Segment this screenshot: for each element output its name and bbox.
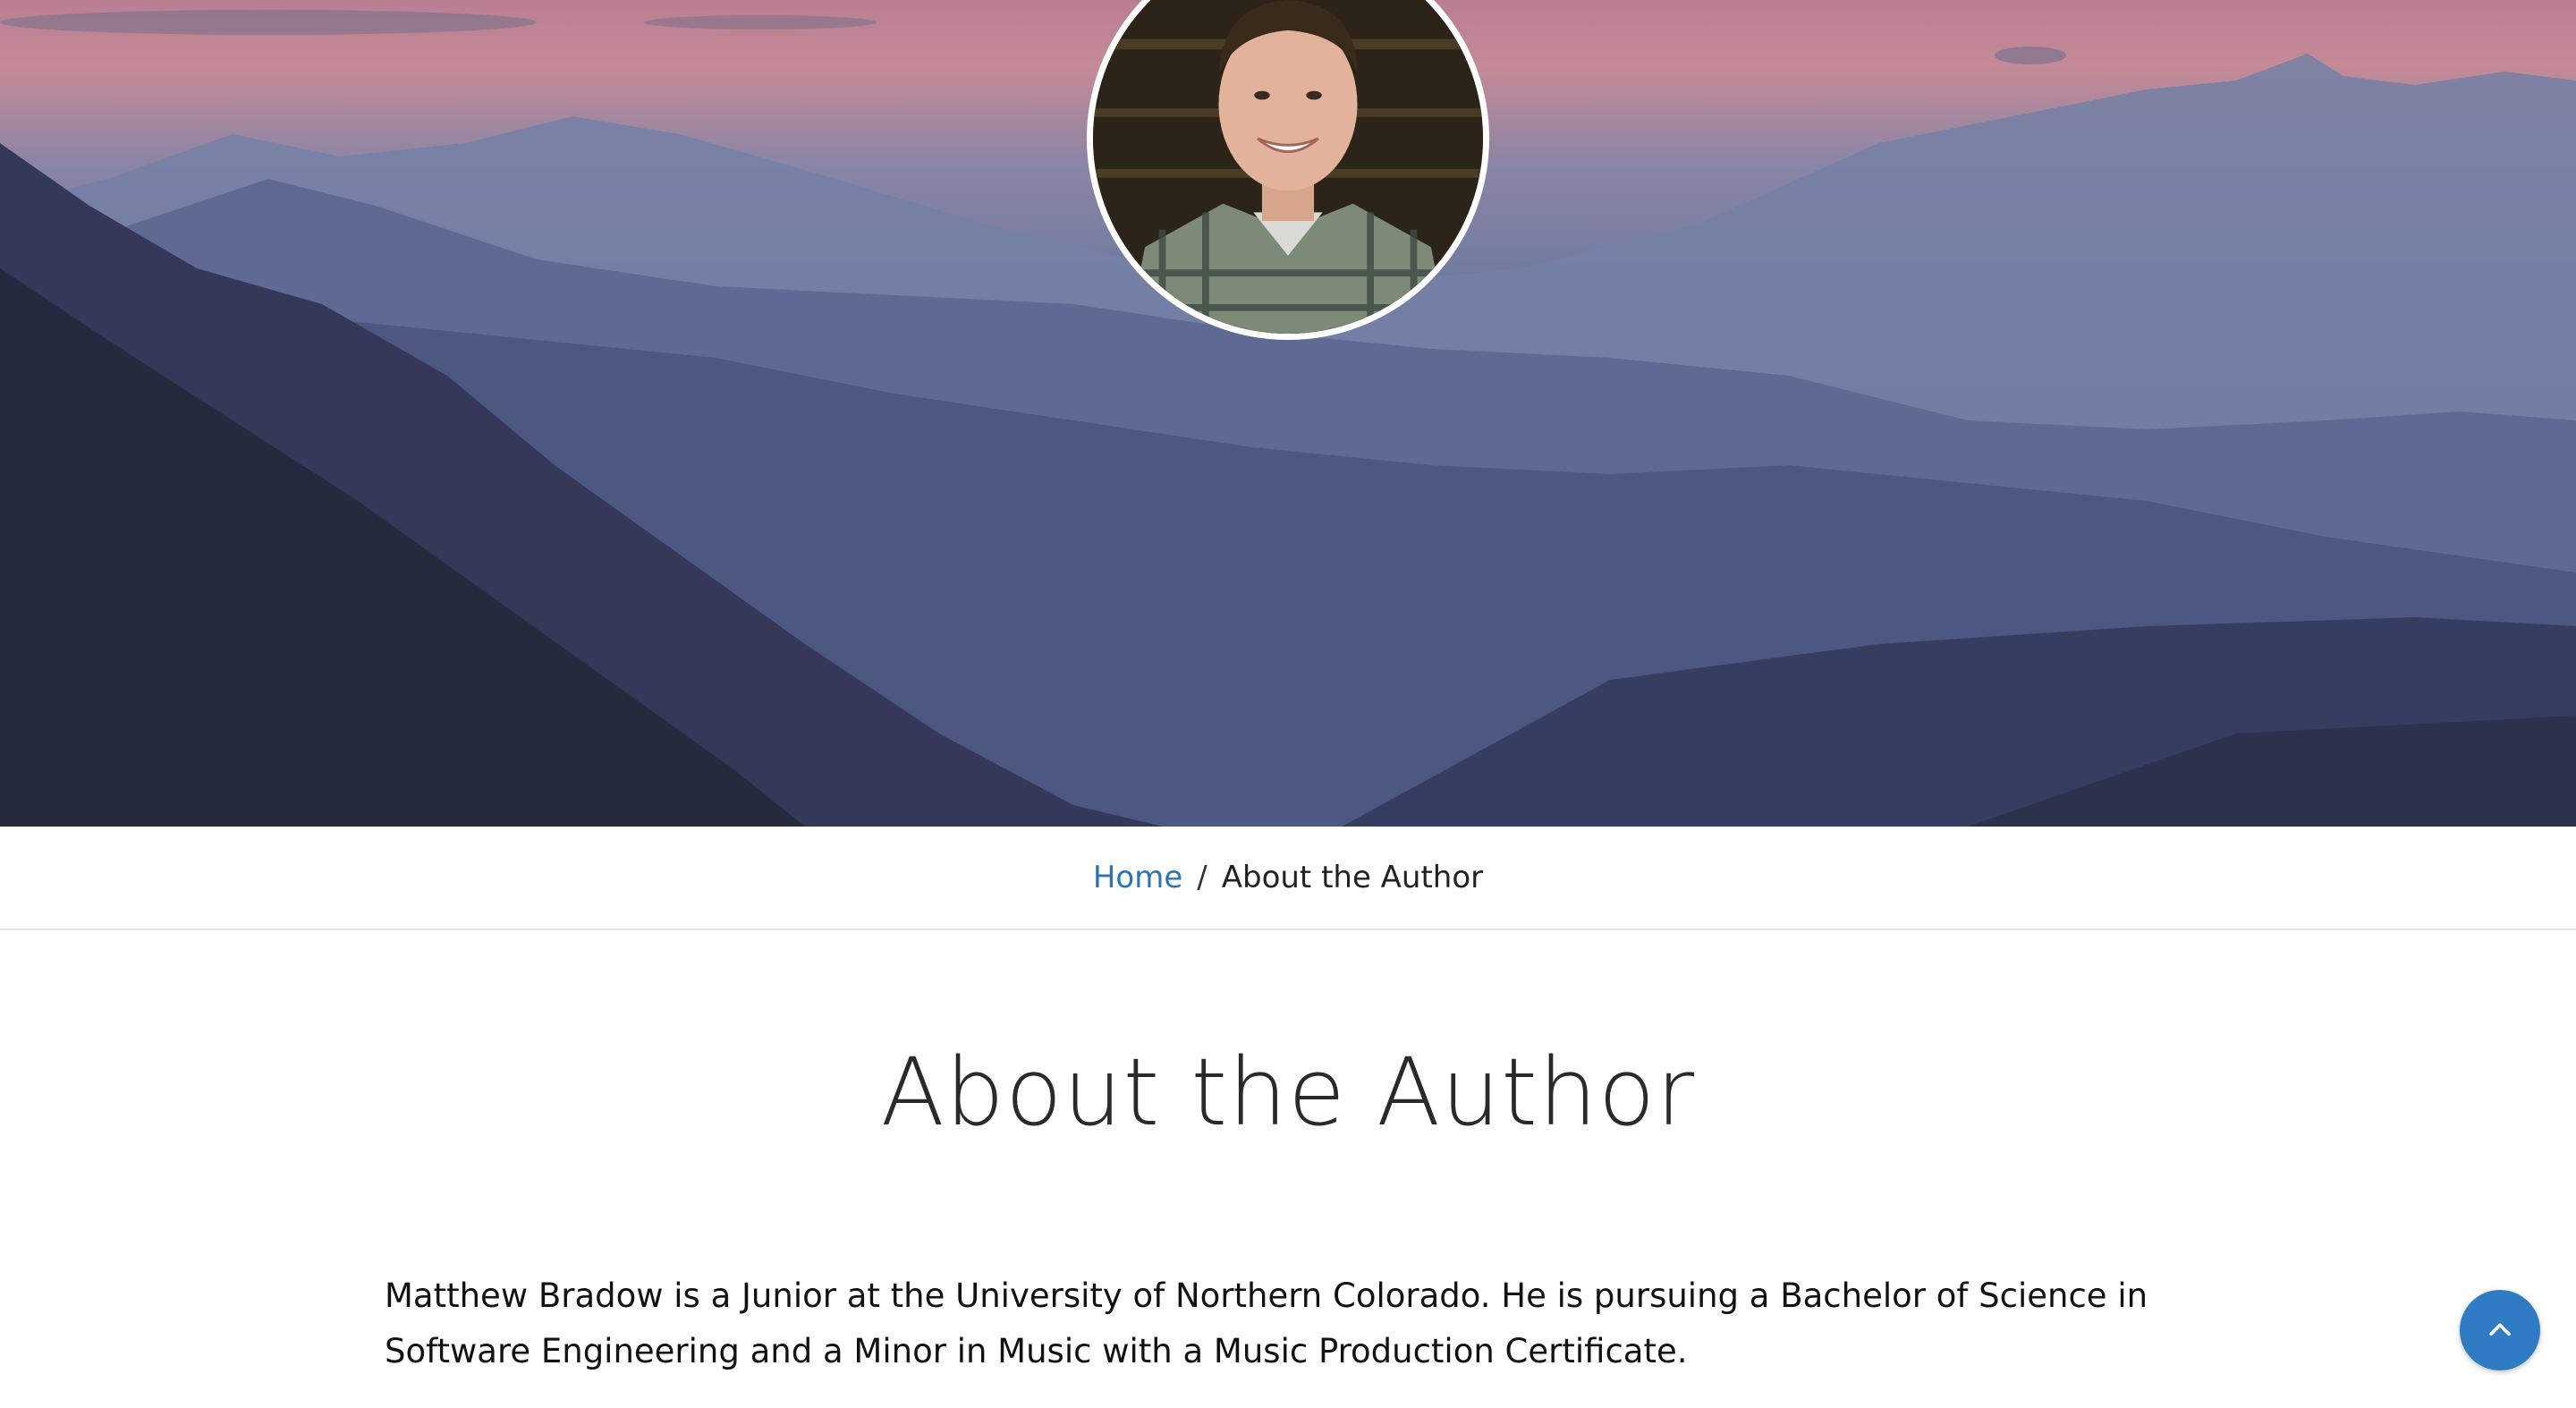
author-portrait-image — [1093, 0, 1483, 334]
chevron-up-icon — [2489, 1323, 2511, 1336]
breadcrumb-current: About the Author — [1221, 860, 1484, 895]
back-to-top-button[interactable] — [2460, 1290, 2540, 1370]
breadcrumb-home-link[interactable]: Home — [1093, 860, 1182, 895]
page-title: About the Author — [880, 1038, 1696, 1147]
breadcrumb-separator: / — [1197, 860, 1208, 895]
author-bio: Matthew Bradow is a Junior at the Univer… — [385, 1277, 2148, 1370]
hero-banner — [0, 0, 2576, 827]
breadcrumb: Home / About the Author — [0, 827, 2576, 930]
